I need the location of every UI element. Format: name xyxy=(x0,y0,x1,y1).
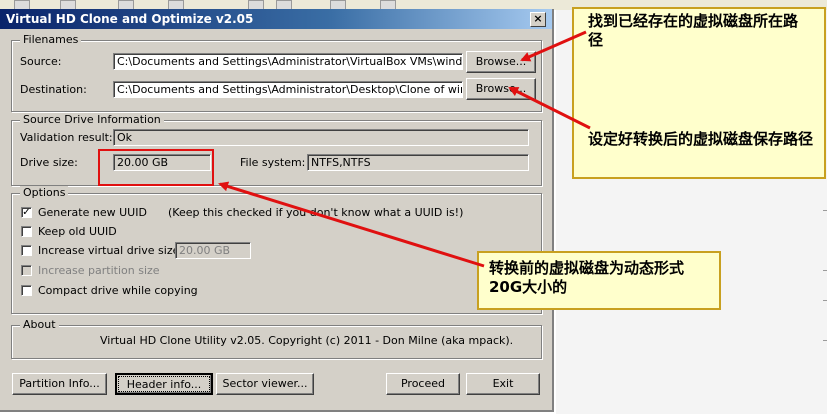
keep-uuid-label: Keep old UUID xyxy=(38,225,117,238)
source-path-field[interactable]: C:\Documents and Settings\Administrator\… xyxy=(113,53,463,70)
source-info-group-title: Source Drive Information xyxy=(20,113,164,126)
drive-size-highlight xyxy=(98,149,214,186)
uuid-hint: (Keep this checked if you don't know wha… xyxy=(168,206,464,219)
source-label: Source: xyxy=(20,55,62,68)
generate-uuid-label: Generate new UUID xyxy=(38,206,147,219)
compact-label: Compact drive while copying xyxy=(38,284,198,297)
sector-viewer-button[interactable]: Sector viewer... xyxy=(216,373,314,395)
background-edge xyxy=(823,210,827,211)
options-group-title: Options xyxy=(20,186,69,199)
about-text: Virtual HD Clone Utility v2.05. Copyrigh… xyxy=(100,334,514,347)
exit-button[interactable]: Exit xyxy=(466,373,540,395)
title-bar[interactable]: Virtual HD Clone and Optimize v2.05 × xyxy=(0,9,552,29)
proceed-button[interactable]: Proceed xyxy=(386,373,460,395)
window-title: Virtual HD Clone and Optimize v2.05 xyxy=(6,12,254,26)
about-group-title: About xyxy=(20,318,59,331)
drive-size-callout: 转换前的虚拟磁盘为动态形式20G大小的 xyxy=(477,251,721,310)
filenames-group-title: Filenames xyxy=(20,33,82,46)
increase-size-label: Increase virtual drive size to xyxy=(38,244,194,257)
source-note: 找到已经存在的虚拟磁盘所在路径 xyxy=(588,12,799,49)
increase-size-field[interactable]: 20.00 GB xyxy=(175,242,251,259)
increase-partition-label: Increase partition size xyxy=(38,264,160,277)
compact-checkbox[interactable] xyxy=(21,285,32,296)
destination-label: Destination: xyxy=(20,83,87,96)
drive-size-label: Drive size: xyxy=(20,156,78,169)
destination-path-field[interactable]: C:\Documents and Settings\Administrator\… xyxy=(113,81,463,98)
size-note: 转换前的虚拟磁盘为动态形式20G大小的 xyxy=(489,259,685,296)
background-edge xyxy=(823,300,827,301)
destination-note: 设定好转换后的虚拟磁盘保存路径 xyxy=(588,130,814,148)
filenames-group: Filenames xyxy=(11,33,542,112)
destination-browse-button[interactable]: Browse... xyxy=(466,78,536,100)
generate-uuid-checkbox[interactable]: ✓ xyxy=(21,207,32,218)
background-edge xyxy=(823,270,827,271)
validation-label: Validation result: xyxy=(20,131,113,144)
clone-dialog: Virtual HD Clone and Optimize v2.05 × Fi… xyxy=(0,9,554,412)
keep-uuid-checkbox[interactable] xyxy=(21,226,32,237)
header-info-button[interactable]: Header info... xyxy=(115,373,213,395)
background-edge xyxy=(823,340,827,341)
filesystem-label: File system: xyxy=(240,156,306,169)
close-button[interactable]: × xyxy=(530,12,546,27)
source-path-callout: 找到已经存在的虚拟磁盘所在路径 设定好转换后的虚拟磁盘保存路径 xyxy=(572,7,826,179)
source-browse-button[interactable]: Browse... xyxy=(466,51,536,73)
filesystem-value: NTFS,NTFS xyxy=(307,154,529,171)
increase-size-checkbox[interactable] xyxy=(21,245,32,256)
validation-value: Ok xyxy=(113,129,529,146)
increase-partition-checkbox[interactable] xyxy=(21,265,32,276)
partition-info-button[interactable]: Partition Info... xyxy=(12,373,107,395)
